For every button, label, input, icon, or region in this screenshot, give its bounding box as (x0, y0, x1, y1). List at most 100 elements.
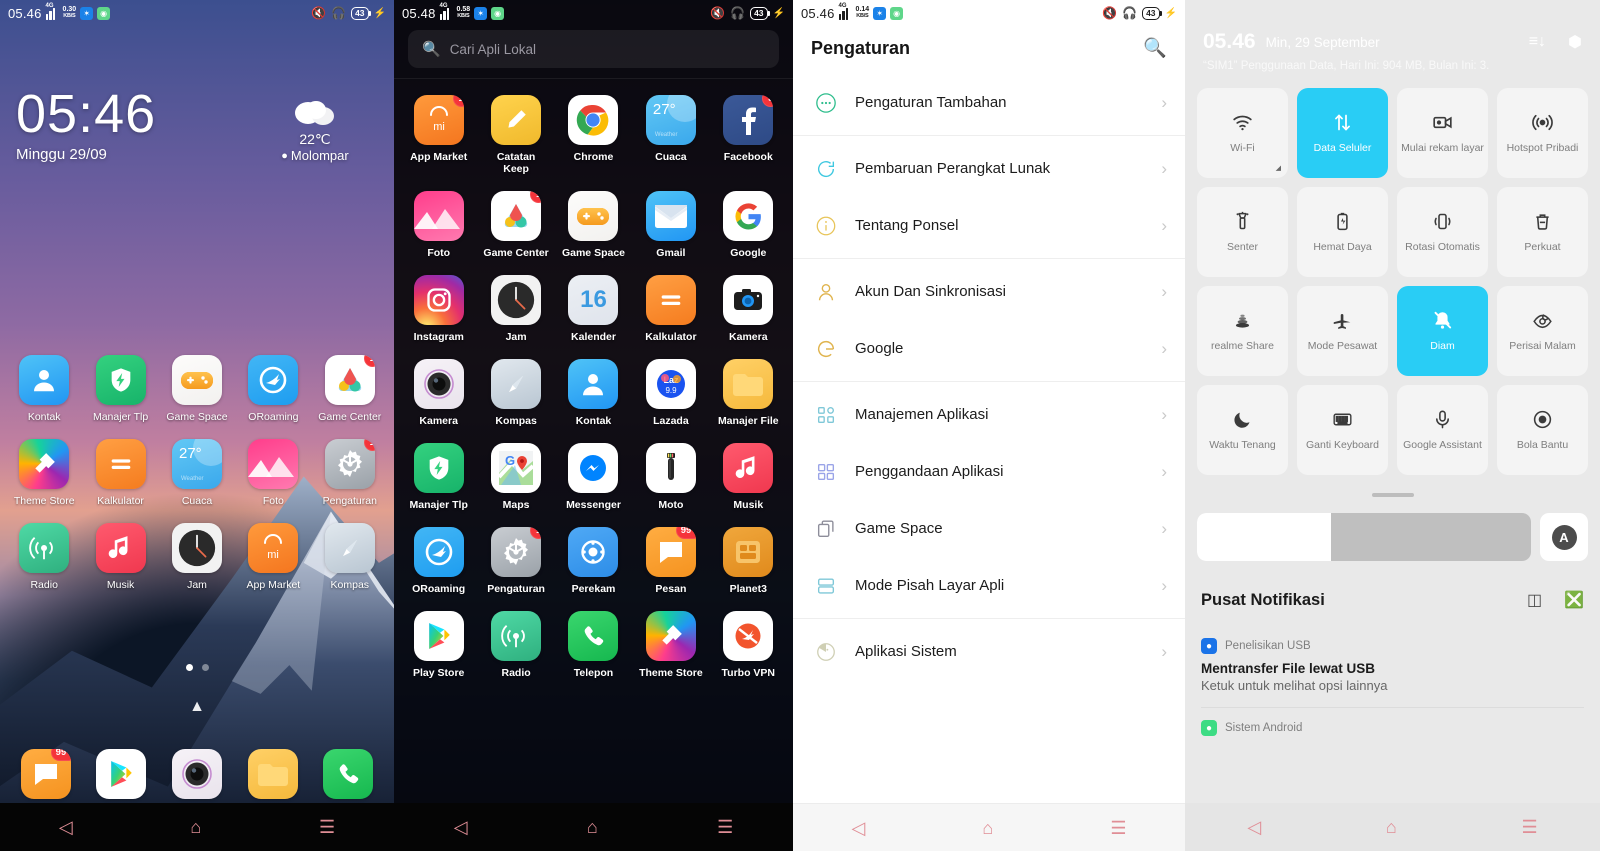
home-icon[interactable]: ⌂ (982, 819, 993, 837)
drawer-app-cuaca[interactable]: 27° Weather Cuaca (632, 95, 709, 175)
contacts-icon[interactable] (568, 359, 619, 409)
drawer-search[interactable]: 🔍 Cari Apli Lokal (408, 30, 779, 68)
drawer-app-kontak[interactable]: Kontak (555, 359, 632, 427)
messenger-icon[interactable] (568, 443, 619, 493)
compass-icon[interactable] (324, 523, 375, 573)
home-app-cuaca[interactable]: 27° Weather Cuaca (159, 439, 235, 507)
compass-icon[interactable] (491, 359, 542, 409)
camera-stock-icon[interactable] (723, 275, 774, 325)
drawer-app-musik[interactable]: Musik (710, 443, 787, 511)
play-store-icon[interactable] (96, 749, 147, 799)
theme-store-icon[interactable] (645, 611, 696, 661)
file-manager-icon[interactable] (247, 749, 298, 799)
drawer-app-game-space[interactable]: Game Space (555, 191, 632, 259)
qs-tile-rotasi-otomatis[interactable]: Rotasi Otomatis (1397, 187, 1488, 277)
contacts-icon[interactable] (19, 355, 70, 405)
qs-tile-ganti-keyboard[interactable]: Ganti Keyboard (1297, 385, 1388, 475)
home-app-manajer-tlp[interactable]: Manajer Tlp (82, 355, 158, 423)
qs-tile-data-seluler[interactable]: Data Seluler (1297, 88, 1388, 178)
drawer-app-kamera[interactable]: Kamera (400, 359, 477, 427)
drawer-app-moto[interactable]: Moto (632, 443, 709, 511)
drawer-app-maps[interactable]: G Maps (477, 443, 554, 511)
weather-widget[interactable]: 22℃ ● Molompar (250, 96, 380, 163)
home-app-foto[interactable]: Foto (235, 439, 311, 507)
gmail-icon[interactable] (645, 191, 696, 241)
photos-icon[interactable] (248, 439, 299, 489)
drawer-app-foto[interactable]: Foto (400, 191, 477, 259)
drawer-app-turbo-vpn[interactable]: Turbo VPN (710, 611, 787, 679)
home-app-game-space[interactable]: Game Space (159, 355, 235, 423)
app-market-icon[interactable]: mi 1 (413, 95, 464, 145)
search-icon[interactable]: 🔍 (1143, 36, 1167, 60)
theme-store-icon[interactable] (19, 439, 70, 489)
settings-row-pembaruan-perangkat-lunak[interactable]: Pembaruan Perangkat Lunak › (793, 140, 1185, 197)
phone-icon[interactable] (323, 749, 374, 799)
settings-row-aplikasi-sistem[interactable]: Aplikasi Sistem › (793, 623, 1185, 680)
photos-icon[interactable] (413, 191, 464, 241)
clock-icon[interactable] (491, 275, 542, 325)
play-store-icon[interactable] (413, 611, 464, 661)
home-app-kontak[interactable]: Kontak (6, 355, 82, 423)
drawer-app-kompas[interactable]: Kompas (477, 359, 554, 427)
home-app-kompas[interactable]: Kompas (312, 523, 388, 591)
home-app-musik[interactable]: Musik (82, 523, 158, 591)
settings-row-tentang-ponsel[interactable]: Tentang Ponsel › (793, 197, 1185, 254)
page-dot-1[interactable] (185, 664, 193, 671)
oroaming-icon[interactable] (248, 355, 299, 405)
file-manager-icon[interactable] (723, 359, 774, 409)
settings-icon[interactable]: 1 (491, 527, 542, 577)
back-icon[interactable]: ◁ (454, 818, 468, 836)
game-center-icon[interactable]: 1 (324, 355, 375, 405)
settings-row-mode-pisah-layar-apli[interactable]: Mode Pisah Layar Apli › (793, 557, 1185, 614)
home-app-game-center[interactable]: 1 Game Center (312, 355, 388, 423)
phone-manager-icon[interactable] (95, 355, 146, 405)
qs-tile-hemat-daya[interactable]: Hemat Daya (1297, 187, 1388, 277)
camera-icon[interactable] (171, 749, 222, 799)
notification-item[interactable]: ● Sistem Android (1201, 708, 1584, 750)
dock-app-telepon[interactable] (323, 749, 374, 799)
home-app-radio[interactable]: Radio (6, 523, 82, 591)
settings-row-manajemen-aplikasi[interactable]: Manajemen Aplikasi › (793, 386, 1185, 443)
drawer-app-game-center[interactable]: 1 Game Center (477, 191, 554, 259)
turbo-vpn-icon[interactable] (723, 611, 774, 661)
qs-tile-mode-pesawat[interactable]: Mode Pesawat (1297, 286, 1388, 376)
music-icon[interactable] (723, 443, 774, 493)
app-market-icon[interactable]: mi (248, 523, 299, 573)
game-center-icon[interactable]: 1 (491, 191, 542, 241)
game-space-icon[interactable] (568, 191, 619, 241)
auto-brightness-button[interactable]: A (1540, 513, 1588, 561)
home-app-app-market[interactable]: mi App Market (235, 523, 311, 591)
planet3-icon[interactable] (723, 527, 774, 577)
drawer-app-jam[interactable]: Jam (477, 275, 554, 343)
recents-icon[interactable]: ☰ (1110, 819, 1126, 837)
dock-app-play-store[interactable] (96, 749, 147, 799)
drawer-app-google[interactable]: Google (710, 191, 787, 259)
home-app-theme-store[interactable]: Theme Store (6, 439, 82, 507)
settings-row-google[interactable]: Google › (793, 320, 1185, 377)
drawer-app-app-market[interactable]: mi 1 App Market (400, 95, 477, 175)
settings-row-pengaturan-tambahan[interactable]: Pengaturan Tambahan › (793, 74, 1185, 131)
camera-icon[interactable] (413, 359, 464, 409)
settings-icon[interactable]: 1 (324, 439, 375, 489)
drawer-app-instagram[interactable]: Instagram (400, 275, 477, 343)
radio-icon[interactable] (491, 611, 542, 661)
qs-tile-google-assistant[interactable]: Google Assistant (1397, 385, 1488, 475)
drawer-app-kamera[interactable]: Kamera (710, 275, 787, 343)
lazada-icon[interactable]: Laz 9.9 (645, 359, 696, 409)
weather-icon[interactable]: 27° Weather (171, 439, 222, 489)
clock-widget[interactable]: 05:46 Minggu 29/09 (16, 86, 156, 163)
calculator-icon[interactable] (645, 275, 696, 325)
drawer-app-theme-store[interactable]: Theme Store (632, 611, 709, 679)
calendar-icon[interactable]: 16 (568, 275, 619, 325)
drawer-app-chrome[interactable]: Chrome (555, 95, 632, 175)
maps-icon[interactable]: G (491, 443, 542, 493)
drawer-app-kalender[interactable]: 16 Kalender (555, 275, 632, 343)
qs-tile-hotspot-pribadi[interactable]: Hotspot Pribadi (1497, 88, 1588, 178)
messages-icon[interactable]: 99+ (20, 749, 71, 799)
settings-row-game-space[interactable]: Game Space › (793, 500, 1185, 557)
home-icon[interactable]: ⌂ (190, 818, 201, 836)
drawer-app-lazada[interactable]: Laz 9.9 Lazada (632, 359, 709, 427)
back-icon[interactable]: ◁ (852, 819, 866, 837)
qs-tile-waktu-tenang[interactable]: Waktu Tenang (1197, 385, 1288, 475)
game-space-icon[interactable] (171, 355, 222, 405)
